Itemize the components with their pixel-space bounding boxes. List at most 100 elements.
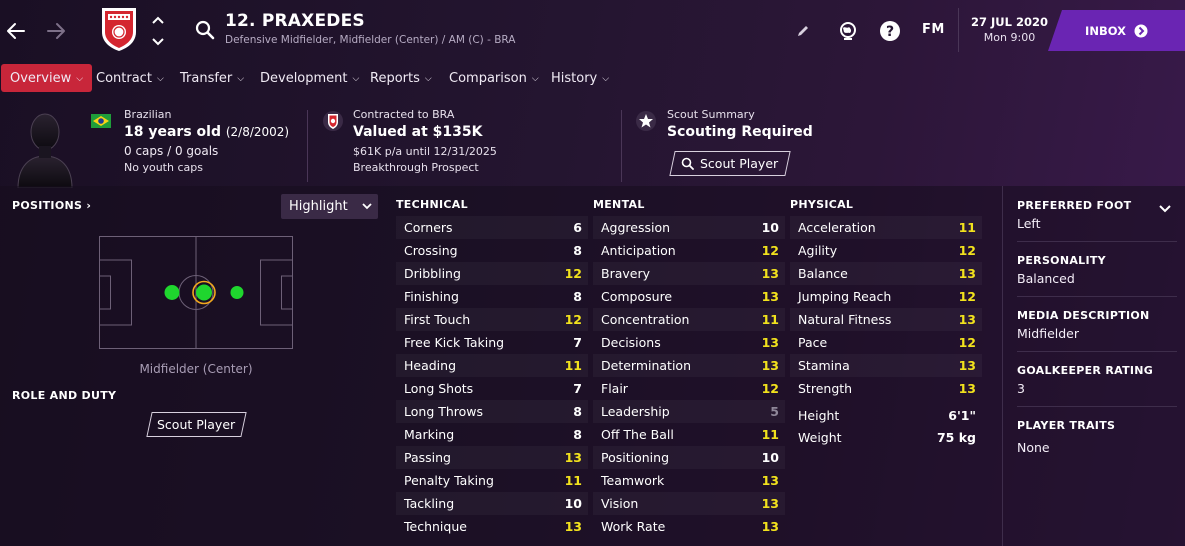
chevron-down-icon: ⌵ bbox=[531, 74, 539, 84]
attribute-value: 12 bbox=[564, 312, 582, 327]
weight-label: Weight bbox=[798, 429, 842, 445]
attribute-row[interactable]: Jumping Reach 12 bbox=[790, 285, 982, 308]
attribute-row[interactable]: Long Shots 7 bbox=[396, 377, 588, 400]
attribute-row[interactable]: Vision 13 bbox=[593, 492, 785, 515]
chevron-down-icon[interactable] bbox=[1159, 205, 1171, 213]
caps: 0 caps / 0 goals bbox=[124, 144, 219, 158]
position-dot-dm bbox=[164, 285, 180, 300]
attribute-row[interactable]: Corners 6 bbox=[396, 216, 588, 239]
role-duty-title: ROLE AND DUTY bbox=[12, 389, 117, 402]
attribute-row[interactable]: Pace 12 bbox=[790, 331, 982, 354]
inbox-button[interactable]: INBOX bbox=[1048, 10, 1185, 51]
brazil-flag-icon bbox=[91, 113, 111, 128]
attribute-row[interactable]: Work Rate 13 bbox=[593, 515, 785, 538]
attribute-name: Aggression bbox=[601, 220, 671, 235]
attribute-name: Crossing bbox=[404, 243, 458, 258]
forward-button[interactable] bbox=[43, 18, 69, 44]
world-button[interactable] bbox=[837, 19, 859, 43]
attribute-row[interactable]: Strength 13 bbox=[790, 377, 982, 400]
fm-logo[interactable]: FM bbox=[922, 22, 945, 37]
attribute-row[interactable]: Off The Ball 11 bbox=[593, 423, 785, 446]
attribute-value: 13 bbox=[958, 381, 976, 396]
attribute-row[interactable]: Free Kick Taking 7 bbox=[396, 331, 588, 354]
edit-button[interactable] bbox=[795, 19, 811, 43]
attribute-row[interactable]: Heading 11 bbox=[396, 354, 588, 377]
attribute-row[interactable]: Agility 12 bbox=[790, 239, 982, 262]
player-positions-subtitle: Defensive Midfielder, Midfielder (Center… bbox=[225, 34, 516, 46]
position-pitch bbox=[99, 236, 293, 349]
attribute-row[interactable]: Crossing 8 bbox=[396, 239, 588, 262]
attribute-name: First Touch bbox=[404, 312, 471, 327]
attribute-value: 12 bbox=[761, 243, 779, 258]
attribute-value: 13 bbox=[564, 519, 582, 534]
tab-reports[interactable]: Reports ⌵ bbox=[370, 64, 432, 92]
attribute-value: 11 bbox=[761, 427, 779, 442]
physical-title: PHYSICAL bbox=[790, 198, 854, 211]
player-switcher[interactable] bbox=[150, 16, 166, 46]
role-scout-player-button[interactable]: Scout Player bbox=[146, 412, 247, 437]
attribute-value: 13 bbox=[761, 289, 779, 304]
attribute-value: 6 bbox=[573, 220, 582, 235]
attribute-value: 7 bbox=[573, 381, 582, 396]
divider bbox=[1017, 406, 1177, 407]
height-value: 6'1" bbox=[948, 407, 976, 423]
attribute-row[interactable]: Long Throws 8 bbox=[396, 400, 588, 423]
tab-contract[interactable]: Contract ⌵ bbox=[96, 64, 164, 92]
search-button[interactable] bbox=[194, 19, 216, 41]
attribute-row[interactable]: Natural Fitness 13 bbox=[790, 308, 982, 331]
tab-development[interactable]: Development ⌵ bbox=[260, 64, 359, 92]
highlight-dropdown[interactable]: Highlight bbox=[281, 194, 378, 219]
attribute-row[interactable]: Dribbling 12 bbox=[396, 262, 588, 285]
attribute-row[interactable]: Bravery 13 bbox=[593, 262, 785, 285]
height-label: Height bbox=[798, 407, 840, 423]
back-button[interactable] bbox=[3, 18, 29, 44]
help-button[interactable]: ? bbox=[879, 19, 901, 43]
attribute-name: Concentration bbox=[601, 312, 690, 327]
attribute-name: Long Throws bbox=[404, 404, 484, 419]
player-profile-screen: 12. PRAXEDES Defensive Midfielder, Midfi… bbox=[0, 0, 1185, 546]
attribute-value: 13 bbox=[958, 266, 976, 281]
continue-date-box[interactable]: 27 JUL 2020 Mon 9:00 bbox=[958, 8, 1060, 52]
tab-history[interactable]: History ⌵ bbox=[551, 64, 609, 92]
attribute-row[interactable]: Flair 12 bbox=[593, 377, 785, 400]
attribute-value: 13 bbox=[761, 519, 779, 534]
attribute-name: Penalty Taking bbox=[404, 473, 494, 488]
player-name: 12. PRAXEDES bbox=[225, 11, 365, 31]
attribute-row[interactable]: Stamina 13 bbox=[790, 354, 982, 377]
tab-overview[interactable]: Overview ⌵ bbox=[1, 64, 93, 92]
tab-comparison[interactable]: Comparison ⌵ bbox=[449, 64, 539, 92]
highlight-label: Highlight bbox=[289, 199, 348, 214]
attribute-row[interactable]: Technique 13 bbox=[396, 515, 588, 538]
chevron-up-icon bbox=[152, 16, 164, 24]
technical-title: TECHNICAL bbox=[396, 198, 468, 211]
positions-link[interactable]: POSITIONS › bbox=[12, 199, 91, 212]
attribute-name: Finishing bbox=[404, 289, 459, 304]
attribute-row[interactable]: Acceleration 11 bbox=[790, 216, 982, 239]
attribute-row[interactable]: Determination 13 bbox=[593, 354, 785, 377]
attribute-name: Pace bbox=[798, 335, 828, 350]
attribute-row[interactable]: Teamwork 13 bbox=[593, 469, 785, 492]
help-icon: ? bbox=[880, 21, 900, 41]
attribute-row[interactable]: Concentration 11 bbox=[593, 308, 785, 331]
attribute-row[interactable]: Marking 8 bbox=[396, 423, 588, 446]
media-description-value: Midfielder bbox=[1017, 326, 1079, 341]
divider bbox=[307, 110, 308, 182]
attribute-row[interactable]: Passing 13 bbox=[396, 446, 588, 469]
scout-player-button[interactable]: Scout Player bbox=[669, 151, 791, 176]
attribute-row[interactable]: Leadership 5 bbox=[593, 400, 785, 423]
attribute-row[interactable]: Composure 13 bbox=[593, 285, 785, 308]
club-crest[interactable] bbox=[100, 6, 138, 52]
attribute-row[interactable]: Penalty Taking 11 bbox=[396, 469, 588, 492]
attribute-row[interactable]: Aggression 10 bbox=[593, 216, 785, 239]
attribute-row[interactable]: Tackling 10 bbox=[396, 492, 588, 515]
tab-transfer[interactable]: Transfer ⌵ bbox=[180, 64, 244, 92]
attribute-row[interactable]: First Touch 12 bbox=[396, 308, 588, 331]
attribute-row[interactable]: Balance 13 bbox=[790, 262, 982, 285]
attribute-row[interactable]: Positioning 10 bbox=[593, 446, 785, 469]
attribute-row[interactable]: Finishing 8 bbox=[396, 285, 588, 308]
attribute-row[interactable]: Anticipation 12 bbox=[593, 239, 785, 262]
attribute-value: 12 bbox=[958, 243, 976, 258]
attribute-row[interactable]: Decisions 13 bbox=[593, 331, 785, 354]
attribute-name: Vision bbox=[601, 496, 639, 511]
attribute-name: Off The Ball bbox=[601, 427, 674, 442]
